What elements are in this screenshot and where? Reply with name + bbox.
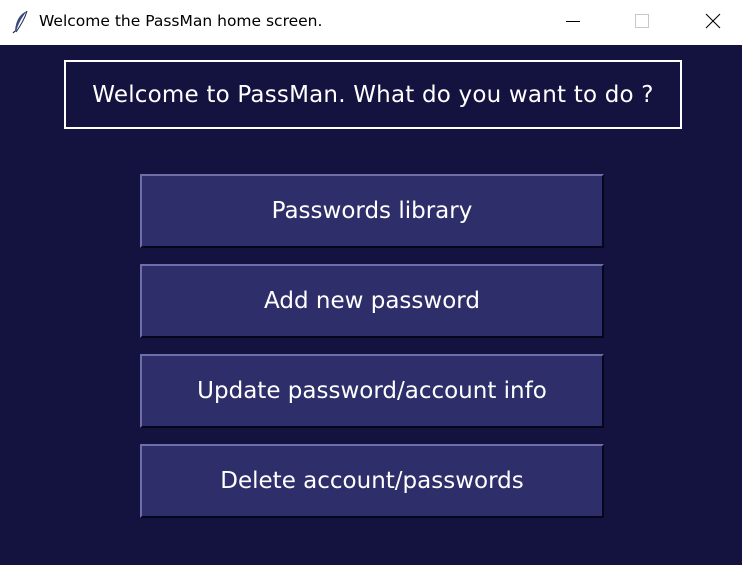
maximize-icon [634, 13, 650, 33]
update-password-button[interactable]: Update password/account info [140, 354, 604, 428]
minimize-button[interactable] [550, 0, 596, 45]
app-window: Welcome the PassMan home screen. Welcome… [0, 0, 742, 565]
headline-box: Welcome to PassMan. What do you want to … [64, 60, 682, 129]
close-button[interactable] [690, 0, 736, 45]
passwords-library-button[interactable]: Passwords library [140, 174, 604, 248]
window-title: Welcome the PassMan home screen. [39, 12, 323, 30]
delete-account-button[interactable]: Delete account/passwords [140, 444, 604, 518]
minimize-icon [565, 13, 581, 33]
title-bar[interactable]: Welcome the PassMan home screen. [0, 0, 742, 45]
feather-icon [12, 10, 30, 34]
close-icon [705, 13, 721, 33]
maximize-button[interactable] [619, 0, 665, 45]
add-new-password-button[interactable]: Add new password [140, 264, 604, 338]
headline-text: Welcome to PassMan. What do you want to … [92, 81, 654, 108]
